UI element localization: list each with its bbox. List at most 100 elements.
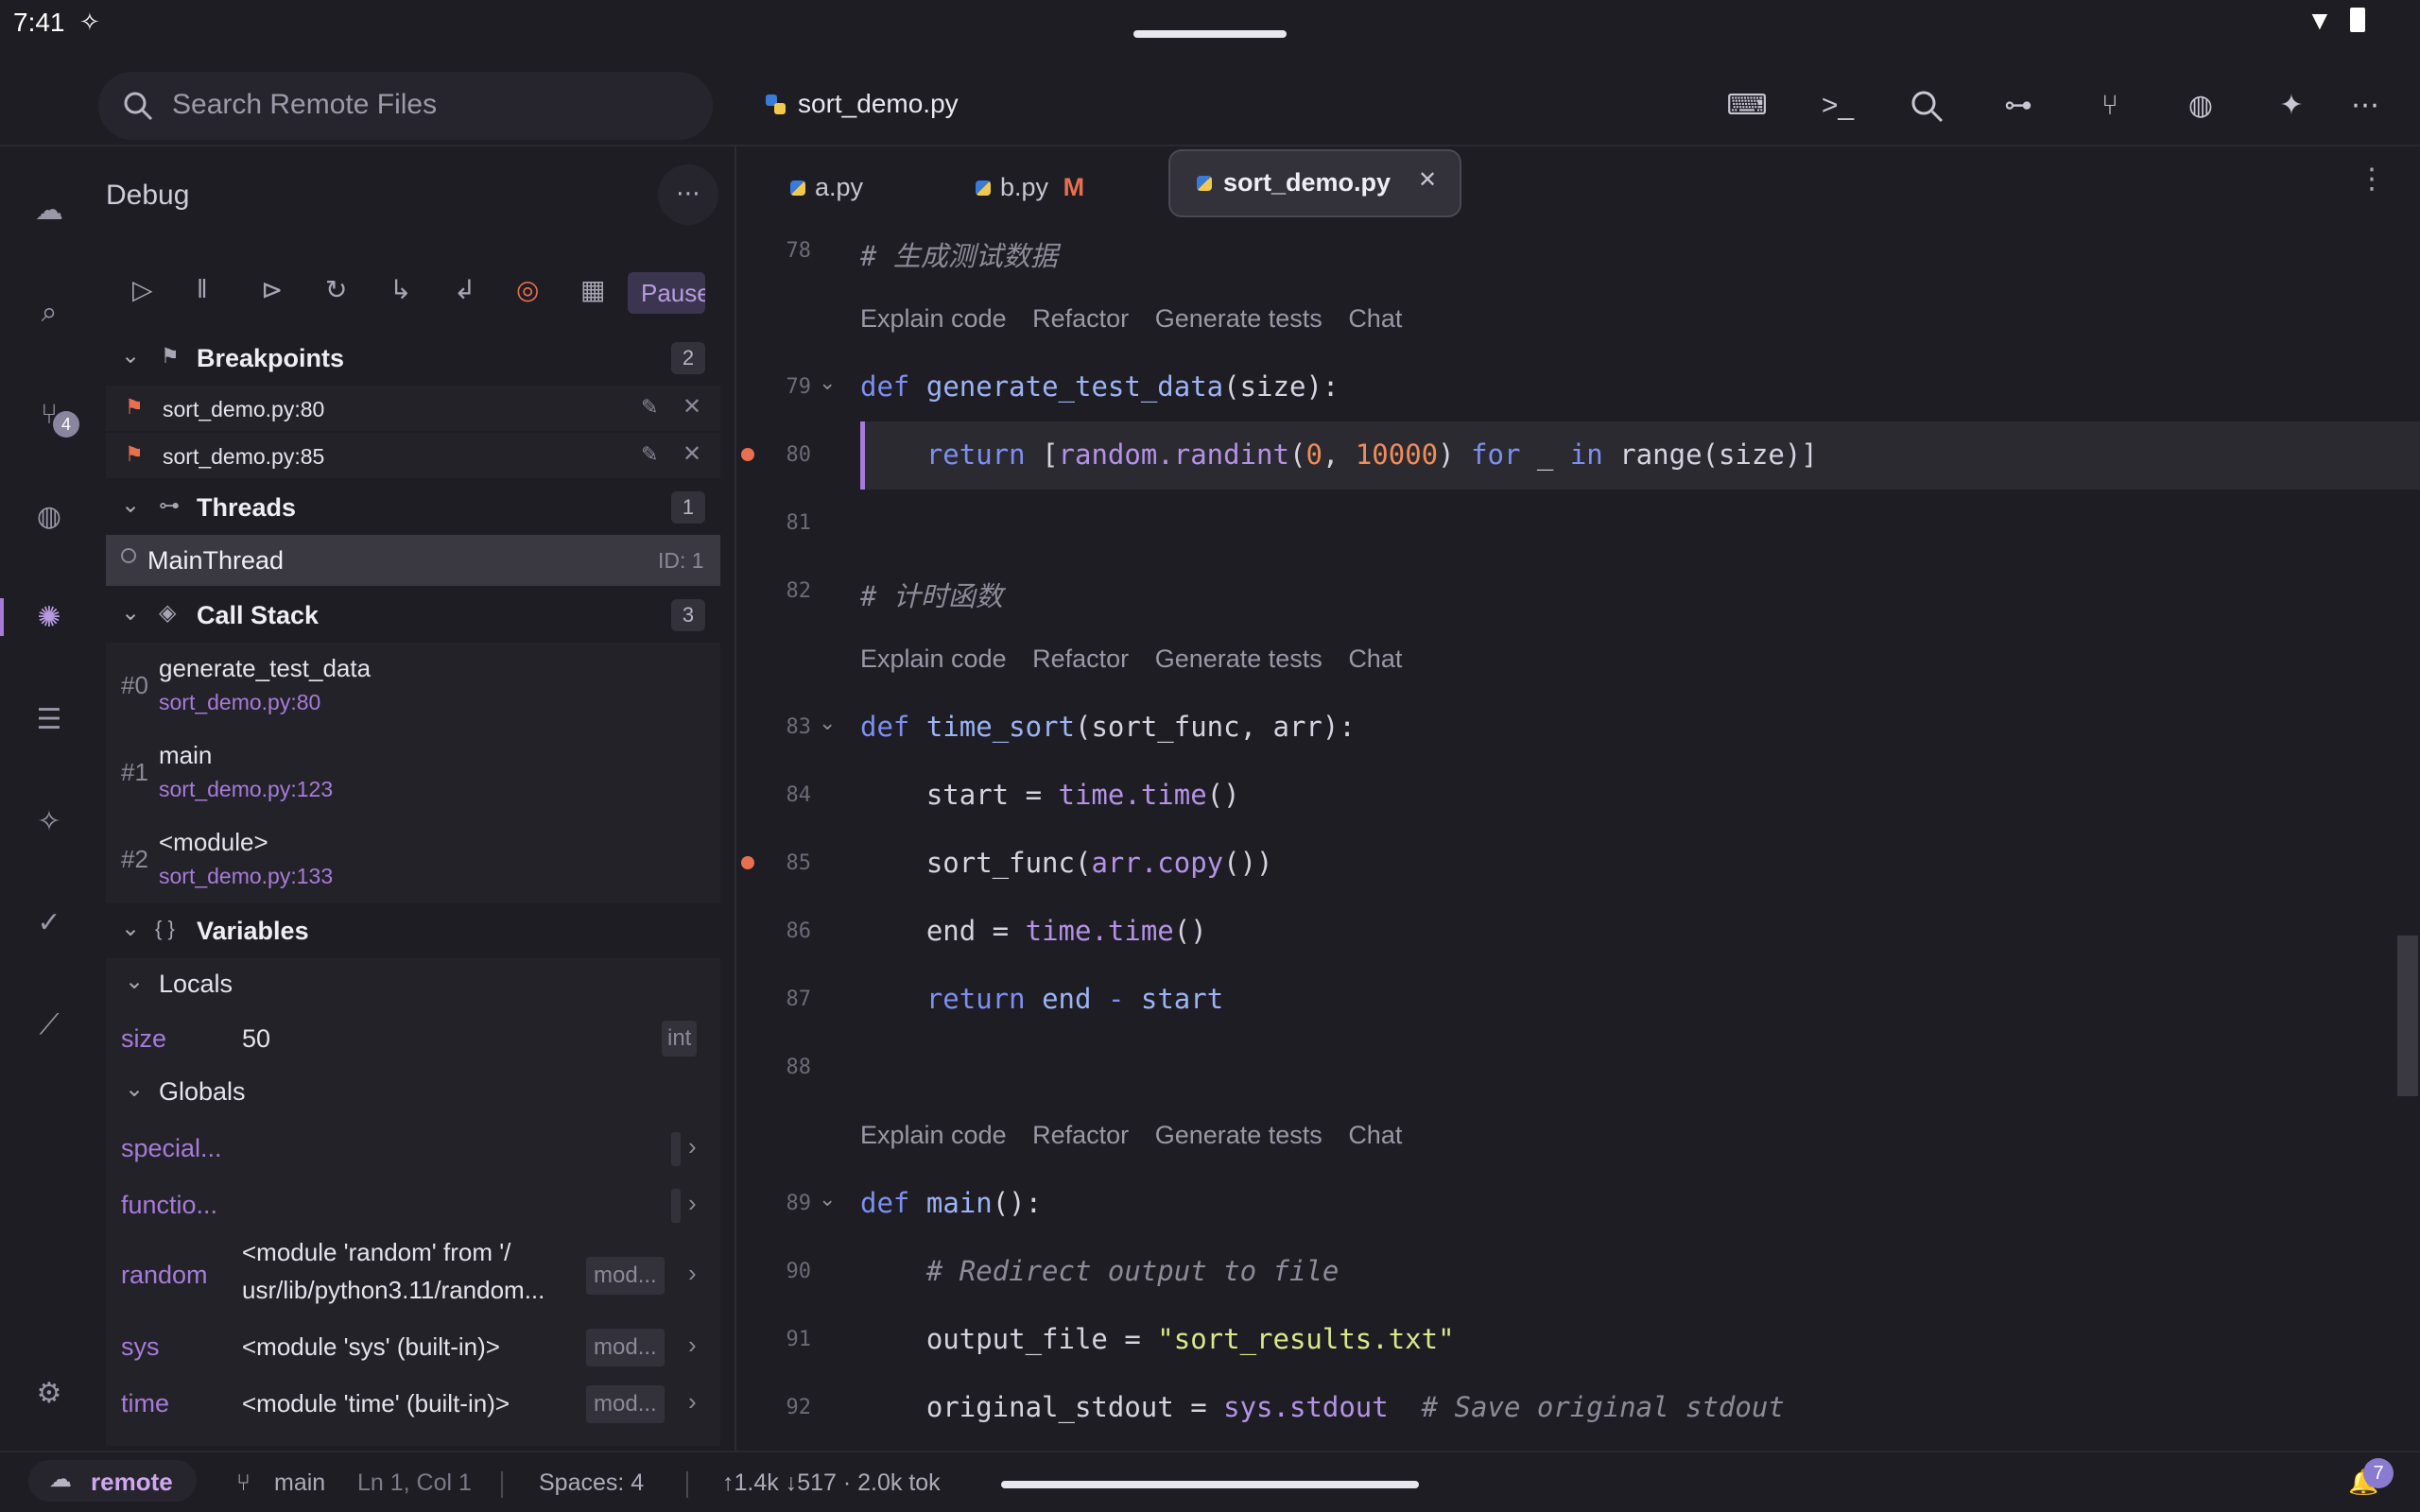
fold-chevron-icon[interactable]: ⌄ bbox=[819, 1187, 836, 1211]
variable-row[interactable]: random <module 'random' from '/ usr/lib/… bbox=[106, 1234, 720, 1317]
explain-code-link[interactable]: Explain code bbox=[860, 304, 1007, 333]
code-line[interactable]: start = time.time() bbox=[860, 779, 1240, 811]
search-icon[interactable]: ⌕ bbox=[28, 292, 70, 334]
breakpoints-section-header[interactable]: ⌄ ⚑ Breakpoints 2 bbox=[106, 333, 720, 384]
more-icon[interactable]: ⋯ bbox=[2344, 85, 2386, 127]
stack-frame[interactable]: #0 generate_test_data sort_demo.py:80 bbox=[106, 643, 720, 728]
breakpoint-item[interactable]: ⚑ sort_demo.py:85 ✎ ✕ bbox=[106, 433, 720, 478]
terminal-icon[interactable]: >_ bbox=[1817, 85, 1858, 127]
edit-icon[interactable]: ✎ bbox=[641, 442, 658, 467]
edit-icon[interactable]: ✎ bbox=[641, 395, 658, 420]
sparkle-icon[interactable]: ✦ bbox=[2271, 85, 2312, 127]
code-line[interactable]: original_stdout = sys.stdout # Save orig… bbox=[860, 1391, 1785, 1423]
pause-icon[interactable]: ‖ bbox=[197, 274, 208, 304]
code-line[interactable]: end = time.time() bbox=[860, 915, 1207, 947]
settings-icon[interactable]: ⚙ bbox=[28, 1373, 70, 1415]
locals-scope[interactable]: ⌄ Locals bbox=[106, 958, 720, 1009]
debug-icon[interactable]: ✺ bbox=[28, 597, 70, 639]
keyboard-icon[interactable]: ⌨ bbox=[1726, 85, 1768, 127]
variable-row[interactable]: sys <module 'sys' (built-in)> mod... › bbox=[106, 1319, 720, 1374]
modified-badge: M bbox=[1063, 173, 1085, 201]
fold-chevron-icon[interactable]: ⌄ bbox=[819, 711, 836, 735]
code-line[interactable]: return [random.randint(0, 10000) for _ i… bbox=[860, 438, 1818, 471]
breakpoint-marker[interactable] bbox=[741, 856, 754, 869]
breakpoint-marker[interactable] bbox=[741, 448, 754, 461]
code-line[interactable]: # 生成测试数据 bbox=[860, 234, 1058, 274]
refactor-link[interactable]: Refactor bbox=[1032, 1121, 1129, 1149]
code-line[interactable]: sort_func(arr.copy()) bbox=[860, 847, 1273, 879]
tab-b-py[interactable]: b.py M bbox=[976, 161, 1084, 214]
variable-row[interactable]: time <module 'time' (built-in)> mod... › bbox=[106, 1376, 720, 1431]
close-icon[interactable]: ✕ bbox=[1418, 166, 1437, 194]
variables-section-header[interactable]: ⌄ { } Variables bbox=[106, 907, 720, 956]
generate-tests-link[interactable]: Generate tests bbox=[1155, 1121, 1322, 1149]
code-line[interactable]: def time_sort(sort_func, arr): bbox=[860, 711, 1356, 743]
generate-tests-link[interactable]: Generate tests bbox=[1155, 304, 1322, 333]
chat-link[interactable]: Chat bbox=[1348, 644, 1402, 673]
debug-more-button[interactable]: ⋯ bbox=[658, 164, 718, 225]
breakpoint-item[interactable]: ⚑ sort_demo.py:80 ✎ ✕ bbox=[106, 386, 720, 431]
variable-row[interactable]: functio... › bbox=[106, 1177, 720, 1232]
more-vertical-icon[interactable]: ⋮ bbox=[2358, 163, 2386, 196]
chart-icon[interactable]: ⟋ bbox=[28, 1005, 70, 1046]
generate-tests-link[interactable]: Generate tests bbox=[1155, 644, 1322, 673]
pause-button[interactable]: Pause bbox=[628, 272, 705, 314]
indentation-setting[interactable]: Spaces: 4 bbox=[539, 1469, 644, 1497]
restart-icon[interactable]: ↻ bbox=[325, 274, 347, 305]
line-number: 79 bbox=[786, 375, 812, 399]
variable-value: 50 bbox=[242, 1024, 271, 1053]
thread-item[interactable]: MainThread ID: 1 bbox=[106, 535, 720, 586]
branch-icon[interactable]: ⑂ bbox=[2089, 85, 2131, 127]
chat-link[interactable]: Chat bbox=[1348, 1121, 1402, 1149]
variable-row[interactable]: special... › bbox=[106, 1121, 720, 1176]
editor-scrollbar-thumb[interactable] bbox=[2397, 936, 2418, 1096]
code-line[interactable]: def main(): bbox=[860, 1187, 1042, 1219]
refactor-link[interactable]: Refactor bbox=[1032, 304, 1129, 333]
threads-section-header[interactable]: ⌄ ⊶ Threads 1 bbox=[106, 484, 720, 533]
continue-icon[interactable]: ▷ bbox=[132, 274, 153, 305]
drag-handle[interactable] bbox=[1133, 30, 1287, 38]
callstack-section-header[interactable]: ⌄ ◈ Call Stack 3 bbox=[106, 592, 720, 641]
tab-a-py[interactable]: a.py bbox=[790, 161, 863, 214]
code-line[interactable]: return end - start bbox=[860, 983, 1223, 1015]
search-remote-files[interactable]: Search Remote Files bbox=[98, 72, 713, 140]
python-file-icon bbox=[1197, 176, 1212, 191]
code-line[interactable]: # 计时函数 bbox=[860, 575, 1003, 614]
variable-name: sys bbox=[121, 1332, 160, 1361]
graph-icon[interactable]: ⊶ bbox=[1997, 85, 2039, 127]
tab-sort-demo-py[interactable]: sort_demo.py ✕ bbox=[1168, 149, 1461, 217]
calculator-icon[interactable]: ▦ bbox=[580, 274, 605, 305]
check-circle-icon[interactable]: ✓ bbox=[28, 902, 70, 944]
globe-icon[interactable]: ◍ bbox=[2180, 85, 2221, 127]
refactor-link[interactable]: Refactor bbox=[1032, 644, 1129, 673]
branch-label[interactable]: main bbox=[274, 1469, 325, 1497]
cloud-icon[interactable]: ☁ bbox=[28, 190, 70, 232]
cursor-position[interactable]: Ln 1, Col 1 bbox=[357, 1469, 472, 1497]
step-forward-icon[interactable]: ⊳ bbox=[261, 274, 283, 305]
variable-value: <module 'sys' (built-in)> bbox=[242, 1332, 500, 1361]
sparkle-icon[interactable]: ✧ bbox=[28, 801, 70, 843]
globe-icon[interactable]: ◍ bbox=[28, 496, 70, 538]
variable-type: mod... bbox=[586, 1385, 665, 1423]
variable-row[interactable]: size 50 int bbox=[106, 1011, 720, 1064]
close-icon[interactable]: ✕ bbox=[683, 440, 701, 468]
explain-code-link[interactable]: Explain code bbox=[860, 644, 1007, 673]
globals-scope[interactable]: ⌄ Globals bbox=[106, 1066, 720, 1117]
stack-frame[interactable]: #1 main sort_demo.py:123 bbox=[106, 730, 720, 815]
step-into-icon[interactable]: ↳ bbox=[389, 274, 411, 305]
search-icon[interactable] bbox=[1910, 89, 1944, 123]
server-icon[interactable]: ☰ bbox=[28, 699, 70, 741]
code-line[interactable]: output_file = "sort_results.txt" bbox=[860, 1323, 1455, 1355]
code-line[interactable]: # Redirect output to file bbox=[860, 1255, 1340, 1287]
step-out-icon[interactable]: ↲ bbox=[454, 274, 475, 305]
chat-link[interactable]: Chat bbox=[1348, 304, 1402, 333]
stack-frame[interactable]: #2 <module> sort_demo.py:133 bbox=[106, 816, 720, 902]
panel-divider[interactable] bbox=[735, 146, 736, 1451]
explain-code-link[interactable]: Explain code bbox=[860, 1121, 1007, 1149]
code-line[interactable]: def generate_test_data(size): bbox=[860, 370, 1339, 403]
remote-indicator[interactable]: ☁ remote bbox=[28, 1460, 197, 1502]
fold-chevron-icon[interactable]: ⌄ bbox=[819, 370, 836, 395]
close-icon[interactable]: ✕ bbox=[683, 393, 701, 421]
gesture-handle[interactable] bbox=[1001, 1481, 1419, 1488]
stop-icon[interactable]: ◎ bbox=[516, 274, 539, 305]
